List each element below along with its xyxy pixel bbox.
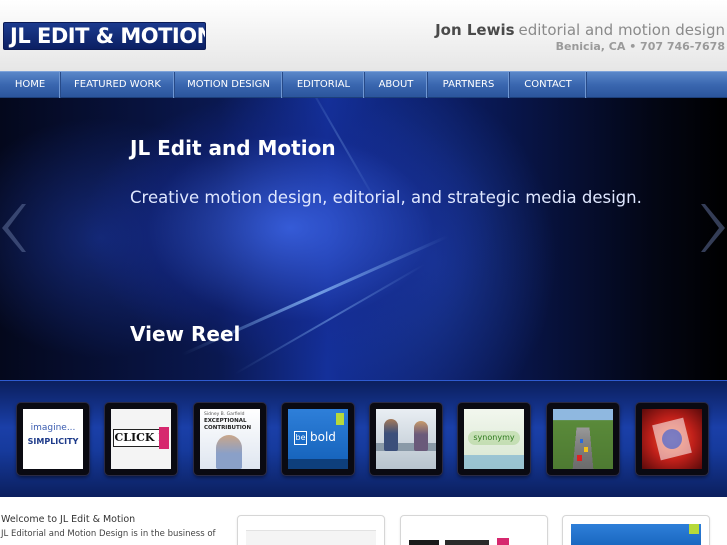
thumbnail-text: synonymy — [473, 433, 515, 442]
feature-image — [445, 540, 489, 545]
road-shape — [572, 427, 594, 469]
feature-box[interactable] — [400, 515, 548, 545]
thumbnail-text: CONTRIBUTION — [204, 425, 252, 431]
thumbnail-product-art[interactable] — [636, 403, 708, 475]
decorative-shape — [662, 429, 682, 449]
thumbnail-text: bold — [310, 430, 336, 444]
car-shape — [584, 447, 588, 452]
feature-box[interactable] — [562, 515, 710, 545]
thumbnail-clickr[interactable]: CLICK R — [105, 403, 177, 475]
person-photo — [384, 419, 398, 451]
thumbnail-simplicity[interactable]: imagine... SIMPLICITY — [17, 403, 89, 475]
feature-image — [409, 540, 439, 545]
thumbnail-interview[interactable] — [370, 403, 442, 475]
nav-item-about[interactable]: ABOUT — [365, 72, 428, 98]
contact-location: Benicia, CA • 707 746-7678 — [555, 40, 725, 53]
person-photo — [216, 435, 242, 469]
thumbnail-synonymy[interactable]: synonymy — [458, 403, 530, 475]
accent-shape — [689, 524, 699, 534]
owner-role: editorial and motion design — [518, 21, 725, 39]
accent-shape — [336, 413, 344, 425]
thumbnail-text: Sidney B. Garfield — [204, 412, 245, 417]
thumbnail-text: imagine... — [30, 423, 76, 433]
thumbnail-race-track[interactable] — [547, 403, 619, 475]
nav-item-home[interactable]: HOME — [0, 72, 61, 98]
nav-item-partners[interactable]: PARTNERS — [428, 72, 510, 98]
chevron-left-icon[interactable] — [0, 200, 26, 256]
owner-name: Jon Lewis — [435, 21, 515, 39]
accent-shape — [159, 427, 169, 449]
thumbnail-text: be — [294, 431, 307, 445]
page: JL EDIT & MOTION Jon Lewis editorial and … — [0, 0, 727, 545]
feature-box[interactable] — [237, 515, 385, 545]
main-nav: HOME FEATURED WORK MOTION DESIGN EDITORI… — [0, 71, 727, 98]
header-tagline: Jon Lewis editorial and motion design Ben… — [435, 20, 725, 53]
thumbnail-text: EXCEPTIONAL — [204, 418, 247, 424]
thumbnail-exceptional-contribution[interactable]: Sidney B. Garfield EXCEPTIONAL CONTRIBUT… — [194, 403, 266, 475]
car-shape — [580, 439, 583, 443]
chevron-right-icon[interactable] — [701, 200, 727, 256]
car-shape — [577, 455, 582, 461]
nav-item-contact[interactable]: CONTACT — [510, 72, 587, 98]
site-header: JL EDIT & MOTION Jon Lewis editorial and … — [0, 0, 727, 71]
hero-subtitle: Creative motion design, editorial, and s… — [130, 188, 642, 207]
person-photo — [414, 421, 428, 451]
view-reel-link[interactable]: View Reel — [130, 322, 240, 346]
feature-image — [246, 530, 376, 545]
thumbnail-text: SIMPLICITY — [27, 437, 79, 446]
nav-item-featured-work[interactable]: FEATURED WORK — [61, 72, 175, 98]
feature-image — [571, 524, 701, 545]
welcome-heading: Welcome to JL Edit & Motion — [1, 514, 136, 525]
site-logo[interactable]: JL EDIT & MOTION — [3, 22, 206, 50]
accent-shape — [497, 538, 509, 545]
hero-banner: JL Edit and Motion Creative motion desig… — [0, 98, 727, 380]
footer-bar — [288, 459, 348, 469]
hero-title: JL Edit and Motion — [130, 136, 336, 160]
nav-item-motion-design[interactable]: MOTION DESIGN — [175, 72, 283, 98]
thumbnail-be-bold[interactable]: be bold — [282, 403, 354, 475]
footer-bar — [464, 455, 524, 469]
thumbnail-strip: imagine... SIMPLICITY CLICK R Sidney B. … — [0, 380, 727, 497]
welcome-text: JL Editorial and Motion Design is in the… — [1, 529, 216, 539]
nav-item-editorial[interactable]: EDITORIAL — [283, 72, 365, 98]
